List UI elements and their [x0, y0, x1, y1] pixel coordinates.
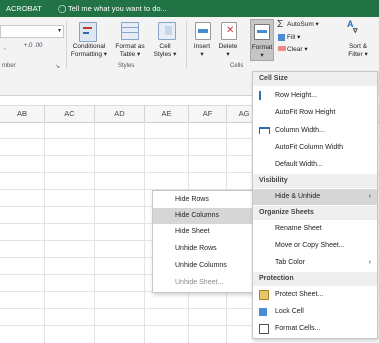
styles-group-label: Styles: [118, 63, 135, 69]
unhide-rows-item[interactable]: Unhide Rows: [153, 241, 253, 257]
chevron-down-icon: ▾: [260, 52, 264, 59]
group-separator: [186, 21, 187, 69]
delete-button[interactable]: Delete: [216, 43, 240, 51]
comma-style-button[interactable]: ,: [4, 44, 6, 52]
hide-unhide-item[interactable]: Hide & Unhide ›: [253, 189, 377, 205]
chevron-right-icon: ›: [368, 259, 371, 266]
hide-unhide-label: Hide & Unhide: [275, 193, 321, 200]
conditional-formatting-icon: [79, 22, 97, 42]
sort-filter-button[interactable]: Sort &: [338, 43, 378, 51]
autofit-row-height-item[interactable]: AutoFit Row Height: [253, 105, 377, 121]
unhide-sheet-item: Unhide Sheet...: [153, 275, 253, 291]
column-header[interactable]: AF: [189, 106, 227, 122]
clear-button[interactable]: Clear ▾: [287, 46, 308, 54]
format-button[interactable]: Format ▾: [250, 19, 274, 61]
autosum-icon: Σ: [277, 19, 284, 30]
tell-me-search[interactable]: Tell me what you want to do...: [68, 0, 167, 17]
sort-filter-icon: ▿: [353, 25, 358, 35]
format-dropdown-menu: Cell Size Row Height... AutoFit Row Heig…: [252, 71, 378, 339]
hide-sheet-item[interactable]: Hide Sheet: [153, 224, 253, 240]
insert-dropdown-arrow[interactable]: ▾: [190, 51, 214, 59]
unhide-sheet-label: Unhide Sheet...: [175, 279, 224, 286]
hide-columns-item[interactable]: Hide Columns: [153, 208, 253, 224]
delete-cells-icon: ✕: [221, 22, 237, 40]
format-cells-icon: [254, 24, 270, 40]
lightbulb-icon: ◯: [58, 4, 67, 13]
column-header[interactable]: AD: [95, 106, 145, 122]
row-height-item[interactable]: Row Height...: [253, 88, 377, 104]
eraser-icon: [278, 46, 286, 51]
format-as-table-button[interactable]: Format as: [111, 43, 149, 51]
conditional-formatting-button[interactable]: Conditional: [66, 43, 112, 51]
unhide-columns-label: Unhide Columns: [175, 262, 227, 269]
cell-size-header: Cell Size: [259, 75, 288, 82]
cell-styles-label2: Styles ▾: [153, 51, 177, 58]
column-width-item[interactable]: Column Width...: [253, 123, 377, 139]
row-height-icon: [259, 91, 266, 100]
rename-sheet-label: Rename Sheet: [275, 225, 322, 232]
cell-styles-icon: [158, 22, 176, 40]
format-button-label: Format: [251, 44, 273, 51]
move-copy-sheet-label: Move or Copy Sheet...: [275, 242, 345, 249]
dialog-launcher-icon[interactable]: ↘: [55, 63, 60, 70]
insert-button[interactable]: Insert: [190, 43, 214, 51]
protect-sheet-item[interactable]: Protect Sheet...: [253, 287, 377, 303]
cells-group-label: Cells: [230, 63, 244, 69]
hide-sheet-label: Hide Sheet: [175, 228, 210, 235]
column-header[interactable]: AB: [0, 106, 45, 122]
sort-filter-label2: Filter ▾: [348, 51, 368, 58]
insert-cells-icon: [195, 22, 211, 40]
lock-cell-item[interactable]: Lock Cell: [253, 304, 377, 320]
conditional-formatting-label2: Formatting ▾: [70, 51, 108, 58]
default-width-item[interactable]: Default Width...: [253, 157, 377, 173]
hide-columns-label: Hide Columns: [175, 212, 219, 219]
protect-sheet-icon: [259, 290, 269, 300]
hide-rows-item[interactable]: Hide Rows: [153, 192, 253, 208]
protection-header: Protection: [259, 275, 294, 282]
column-header[interactable]: AE: [145, 106, 189, 122]
decimal-buttons[interactable]: +.0 .00: [24, 42, 43, 50]
fill-icon: [278, 34, 285, 41]
default-width-label: Default Width...: [275, 161, 323, 168]
format-cells-icon: [259, 324, 269, 334]
format-as-table-label2: Table ▾: [119, 51, 141, 58]
cell-styles-button[interactable]: Cell: [150, 43, 180, 51]
unhide-columns-item[interactable]: Unhide Columns: [153, 258, 253, 274]
format-cells-item[interactable]: Format Cells...: [253, 321, 377, 337]
rename-sheet-item[interactable]: Rename Sheet: [253, 221, 377, 237]
hide-rows-label: Hide Rows: [175, 196, 209, 203]
chevron-down-icon: ▾: [57, 28, 61, 34]
ribbon-tab-bar: ACROBAT ◯ Tell me what you want to do...: [0, 0, 379, 17]
chevron-right-icon: ›: [368, 193, 371, 200]
visibility-header: Visibility: [259, 177, 288, 184]
delete-dropdown-arrow[interactable]: ▾: [216, 51, 240, 59]
tab-color-label: Tab Color: [275, 259, 305, 266]
autofit-row-height-label: AutoFit Row Height: [275, 109, 336, 116]
autofit-column-width-label: AutoFit Column Width: [275, 144, 344, 151]
tab-acrobat[interactable]: ACROBAT: [6, 0, 42, 17]
move-copy-sheet-item[interactable]: Move or Copy Sheet...: [253, 238, 377, 254]
organize-sheets-header: Organize Sheets: [259, 209, 314, 216]
tab-color-item[interactable]: Tab Color ›: [253, 255, 377, 271]
column-header[interactable]: AC: [45, 106, 95, 122]
number-format-dropdown[interactable]: ▾: [0, 25, 64, 38]
number-group-label: mber: [2, 63, 16, 69]
autosum-button[interactable]: AutoSum ▾: [287, 21, 319, 29]
lock-icon: [259, 308, 267, 316]
format-as-table-icon: [121, 22, 139, 40]
hide-unhide-submenu: Hide Rows Hide Columns Hide Sheet Unhide…: [152, 190, 254, 293]
autofit-column-width-item[interactable]: AutoFit Column Width: [253, 140, 377, 156]
fill-button[interactable]: Fill ▾: [287, 34, 300, 42]
unhide-rows-label: Unhide Rows: [175, 245, 217, 252]
column-width-icon: [259, 127, 270, 134]
